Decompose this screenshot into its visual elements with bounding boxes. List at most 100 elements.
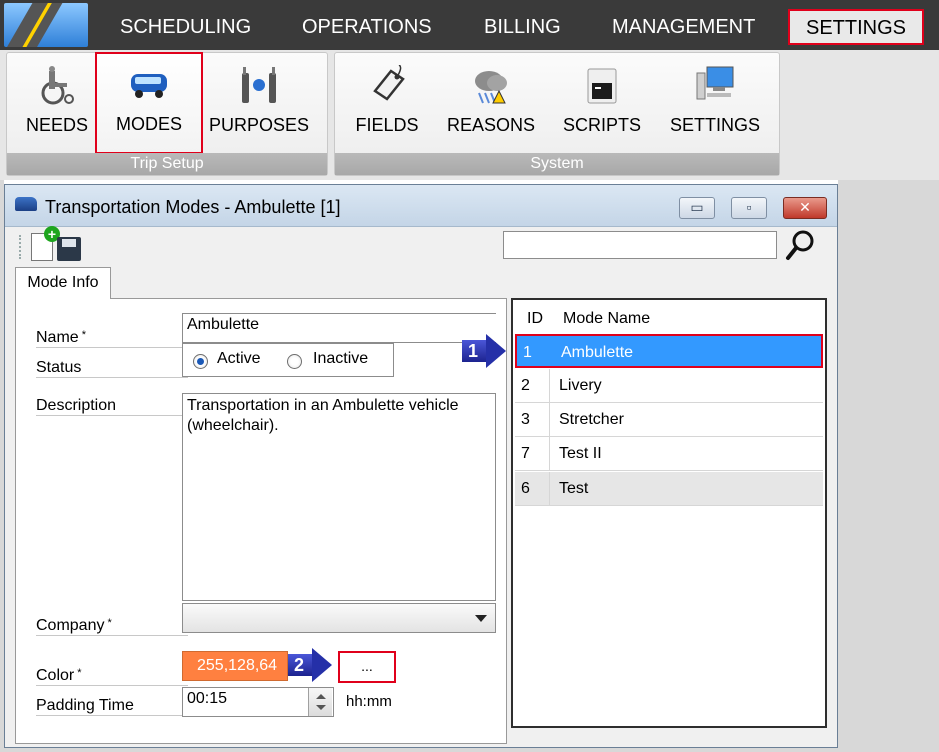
modes-label: MODES: [115, 114, 182, 134]
title-bar[interactable]: Transportation Modes - Ambulette [1] ▭ ▫…: [5, 185, 837, 227]
purposes-button[interactable]: PURPOSES: [205, 61, 313, 147]
company-label-row: Company *: [36, 617, 188, 636]
table-row[interactable]: 6 Test: [515, 472, 823, 506]
bus-icon: [131, 74, 167, 98]
color-field: 255,128,64: [182, 651, 288, 681]
row-mode-name: Test: [559, 480, 589, 497]
row-mode-name: Ambulette: [561, 344, 634, 361]
column-header-id[interactable]: ID: [527, 304, 543, 334]
system-group-label: System: [335, 153, 779, 175]
close-button[interactable]: ✕: [783, 197, 827, 219]
description-label: Description: [36, 397, 117, 414]
ribbon-group-system: FIELDS REASONS SCRIPTS SETTINGS System: [334, 52, 780, 176]
required-marker: *: [107, 617, 112, 629]
mode-info-panel: Name * Ambulette Status Active Inactive D…: [15, 298, 507, 744]
callout-number-2: 2: [294, 655, 305, 675]
name-label-row: Name *: [36, 329, 188, 348]
padding-time-label-row: Padding Time: [36, 697, 188, 716]
app-logo[interactable]: [4, 3, 88, 47]
callout-number-1: 1: [468, 341, 479, 361]
table-row[interactable]: 7 Test II: [515, 437, 823, 471]
reasons-button[interactable]: REASONS: [439, 61, 543, 147]
color-label-row: Color *: [36, 667, 188, 686]
callout-arrow-2: 2: [288, 648, 332, 682]
nav-tab-settings[interactable]: SETTINGS: [788, 9, 925, 45]
computer-icon: [696, 66, 734, 100]
close-icon: ✕: [799, 199, 811, 215]
ribbon-group-trip-setup: NEEDS MODES PURPOSES Trip Setup: [6, 52, 328, 176]
table-row[interactable]: 1 Ambulette: [515, 334, 823, 368]
row-id: 3: [521, 411, 530, 428]
transportation-modes-window: Transportation Modes - Ambulette [1] ▭ ▫…: [4, 184, 838, 748]
padding-time-label: Padding Time: [36, 697, 134, 714]
search-icon[interactable]: [785, 229, 815, 261]
maximize-icon: ▫: [746, 199, 752, 215]
minimize-icon: ▭: [690, 199, 704, 215]
callout-arrow-1: 1: [462, 334, 506, 368]
padding-time-unit: hh:mm: [346, 693, 392, 710]
table-row[interactable]: 3 Stretcher: [515, 403, 823, 437]
inactive-radio-label[interactable]: Inactive: [313, 350, 368, 368]
needs-button[interactable]: NEEDS: [15, 61, 99, 147]
status-radio-group: Active Inactive: [182, 343, 394, 377]
active-radio[interactable]: [193, 354, 208, 369]
row-mode-name: Test II: [559, 445, 602, 462]
storm-cloud-icon: [475, 71, 507, 104]
maximize-button[interactable]: ▫: [731, 197, 767, 219]
scripts-button[interactable]: SCRIPTS: [553, 61, 651, 147]
name-field[interactable]: Ambulette: [182, 313, 496, 343]
row-mode-name: Stretcher: [559, 411, 624, 428]
required-marker: *: [81, 329, 86, 341]
toolbar-grip: [19, 235, 22, 259]
company-dropdown[interactable]: [182, 603, 496, 633]
ribbon: NEEDS MODES PURPOSES Trip Setup FIELDS R…: [0, 50, 939, 180]
row-mode-name: Livery: [559, 377, 602, 394]
padding-time-stepper[interactable]: [308, 688, 332, 716]
company-label: Company: [36, 617, 105, 634]
nav-tab-billing[interactable]: BILLING: [484, 10, 561, 44]
scripts-label: SCRIPTS: [562, 115, 641, 135]
row-id: 1: [523, 344, 532, 361]
save-button[interactable]: [57, 237, 81, 261]
active-radio-label[interactable]: Active: [217, 350, 261, 368]
color-label: Color: [36, 667, 75, 684]
tab-mode-info[interactable]: Mode Info: [15, 267, 111, 299]
stepper-down-icon[interactable]: [316, 705, 326, 710]
modes-button[interactable]: MODES: [95, 52, 203, 154]
status-label: Status: [36, 359, 82, 376]
chevron-down-icon: [475, 615, 487, 622]
fields-button[interactable]: FIELDS: [345, 61, 429, 147]
inactive-radio[interactable]: [287, 354, 302, 369]
window-bus-icon: [15, 197, 37, 211]
settings-label: SETTINGS: [669, 115, 760, 135]
new-record-button[interactable]: +: [31, 226, 60, 261]
nav-tab-operations[interactable]: OPERATIONS: [302, 10, 432, 44]
table-row[interactable]: 2 Livery: [515, 369, 823, 403]
fields-label: FIELDS: [355, 115, 419, 135]
reasons-label: REASONS: [446, 115, 536, 135]
required-marker: *: [77, 667, 82, 679]
row-id: 7: [521, 445, 530, 462]
minimize-button[interactable]: ▭: [679, 197, 715, 219]
top-nav: SCHEDULING OPERATIONS BILLING MANAGEMENT…: [0, 0, 939, 50]
nav-tab-management[interactable]: MANAGEMENT: [612, 10, 755, 44]
description-field[interactable]: Transportation in an Ambulette vehicle (…: [182, 393, 496, 601]
color-picker-button[interactable]: ...: [338, 651, 396, 683]
stepper-up-icon[interactable]: [316, 694, 326, 699]
save-icon: [62, 239, 76, 247]
name-label: Name: [36, 329, 79, 346]
purposes-label: PURPOSES: [208, 115, 310, 135]
window-title: Transportation Modes - Ambulette [1]: [45, 197, 341, 217]
row-id: 2: [521, 377, 530, 394]
settings-button[interactable]: SETTINGS: [661, 61, 769, 147]
purposes-icon: [242, 67, 276, 103]
terminal-icon: [587, 68, 617, 104]
nav-tab-scheduling[interactable]: SCHEDULING: [120, 10, 251, 44]
needs-label: NEEDS: [25, 115, 88, 135]
desktop-background: [838, 180, 939, 752]
status-label-row: Status: [36, 359, 188, 378]
search-input[interactable]: [503, 231, 777, 259]
trip-setup-group-label: Trip Setup: [7, 153, 327, 175]
wheelchair-icon: [41, 66, 74, 105]
column-header-mode-name[interactable]: Mode Name: [563, 304, 650, 334]
